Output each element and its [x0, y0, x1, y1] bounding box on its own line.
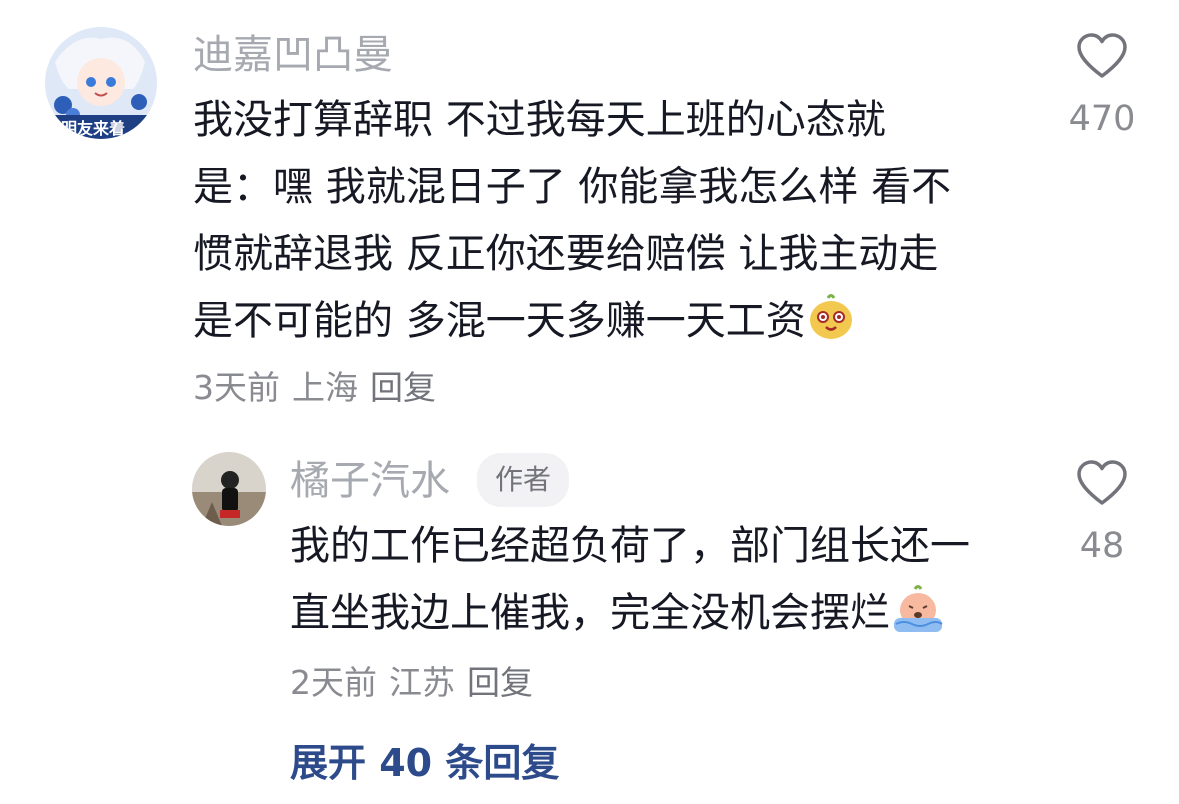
reply-location: 江苏 — [389, 663, 455, 702]
reply-time: 2天前 — [290, 663, 377, 702]
comment-time: 3天前 — [193, 368, 280, 407]
comment-line: 惯就辞退我 反正你还要给赔偿 让我主动走 — [193, 231, 939, 277]
like-button[interactable]: 470 — [1062, 33, 1142, 139]
avatar-text: 明友来着 — [61, 119, 126, 138]
reply-line: 直坐我边上催我，完全没机会摆烂 — [290, 580, 970, 655]
comment-body: 我没打算辞职 不过我每天上班的心态就 是：嘿 我就混日子了 你能拿我怎么样 看不… — [193, 87, 951, 363]
like-count: 470 — [1068, 99, 1136, 139]
reply-line: 我的工作已经超负荷了，部门组长还一 — [290, 523, 970, 569]
expand-replies-button[interactable]: 展开 40 条回复 — [290, 740, 559, 786]
reply-body: 我的工作已经超负荷了，部门组长还一 直坐我边上催我，完全没机会摆烂 — [290, 513, 970, 655]
reply-meta: 2天前 江苏 回复 — [290, 663, 545, 703]
comment-line: 是不可能的 多混一天多赚一天工资 — [193, 288, 951, 363]
reply-button[interactable]: 回复 — [467, 663, 533, 702]
comment-username[interactable]: 迪嘉凹凸曼 — [193, 32, 393, 78]
reply-username[interactable]: 橘子汽水 — [290, 458, 450, 504]
heart-icon — [1077, 460, 1127, 505]
heart-icon — [1077, 33, 1127, 78]
author-badge: 作者 — [477, 453, 570, 507]
avatar[interactable] — [192, 452, 266, 526]
crying-peach-emoji — [890, 584, 946, 655]
potato-smile-emoji — [806, 292, 856, 363]
comment-meta: 3天前 上海 回复 — [193, 368, 448, 408]
comment-location: 上海 — [292, 368, 358, 407]
like-count: 48 — [1079, 526, 1125, 566]
like-button[interactable]: 48 — [1062, 460, 1142, 566]
comment-line: 我没打算辞职 不过我每天上班的心态就 — [193, 97, 886, 143]
avatar[interactable]: 明友来着 — [45, 27, 157, 139]
reply-button[interactable]: 回复 — [370, 368, 436, 407]
comment-line: 是：嘿 我就混日子了 你能拿我怎么样 看不 — [193, 164, 952, 210]
